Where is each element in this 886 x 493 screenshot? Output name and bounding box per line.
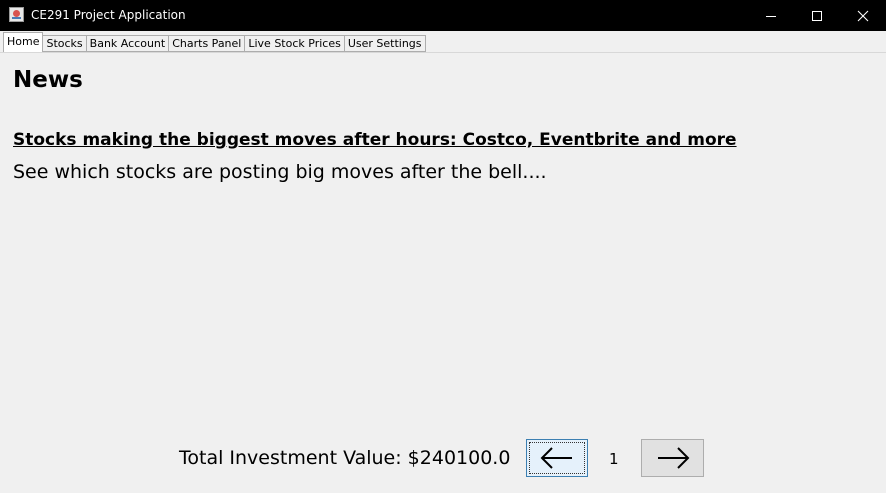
tab-live-stock-prices[interactable]: Live Stock Prices xyxy=(245,35,345,52)
tab-charts-panel[interactable]: Charts Panel xyxy=(169,35,246,52)
arrow-left-icon xyxy=(540,447,572,469)
maximize-icon xyxy=(812,10,822,21)
news-summary: See which stocks are posting big moves a… xyxy=(13,161,547,183)
close-icon xyxy=(857,10,869,21)
tab-stocks[interactable]: Stocks xyxy=(43,35,87,52)
page-number: 1 xyxy=(609,450,619,468)
previous-news-button[interactable] xyxy=(526,439,588,477)
title-bar: CE291 Project Application xyxy=(0,0,886,31)
arrow-right-icon xyxy=(657,447,689,469)
minimize-icon xyxy=(766,15,776,17)
tab-home[interactable]: Home xyxy=(3,32,44,52)
java-app-icon xyxy=(9,7,24,22)
maximize-button[interactable] xyxy=(794,0,840,31)
news-headline-link[interactable]: Stocks making the biggest moves after ho… xyxy=(13,130,737,150)
tab-user-settings[interactable]: User Settings xyxy=(344,35,426,52)
next-news-button[interactable] xyxy=(641,439,704,477)
tab-bank-account[interactable]: Bank Account xyxy=(86,35,170,52)
total-investment-value: Total Investment Value: $240100.0 xyxy=(179,447,511,469)
close-button[interactable] xyxy=(840,0,886,31)
window-title: CE291 Project Application xyxy=(31,8,186,22)
tab-bar: Home Stocks Bank Account Charts Panel Li… xyxy=(0,31,886,53)
minimize-button[interactable] xyxy=(748,0,794,31)
news-heading: News xyxy=(13,67,83,93)
home-panel: News Stocks making the biggest moves aft… xyxy=(0,53,886,493)
tab-list: Home Stocks Bank Account Charts Panel Li… xyxy=(3,32,426,52)
